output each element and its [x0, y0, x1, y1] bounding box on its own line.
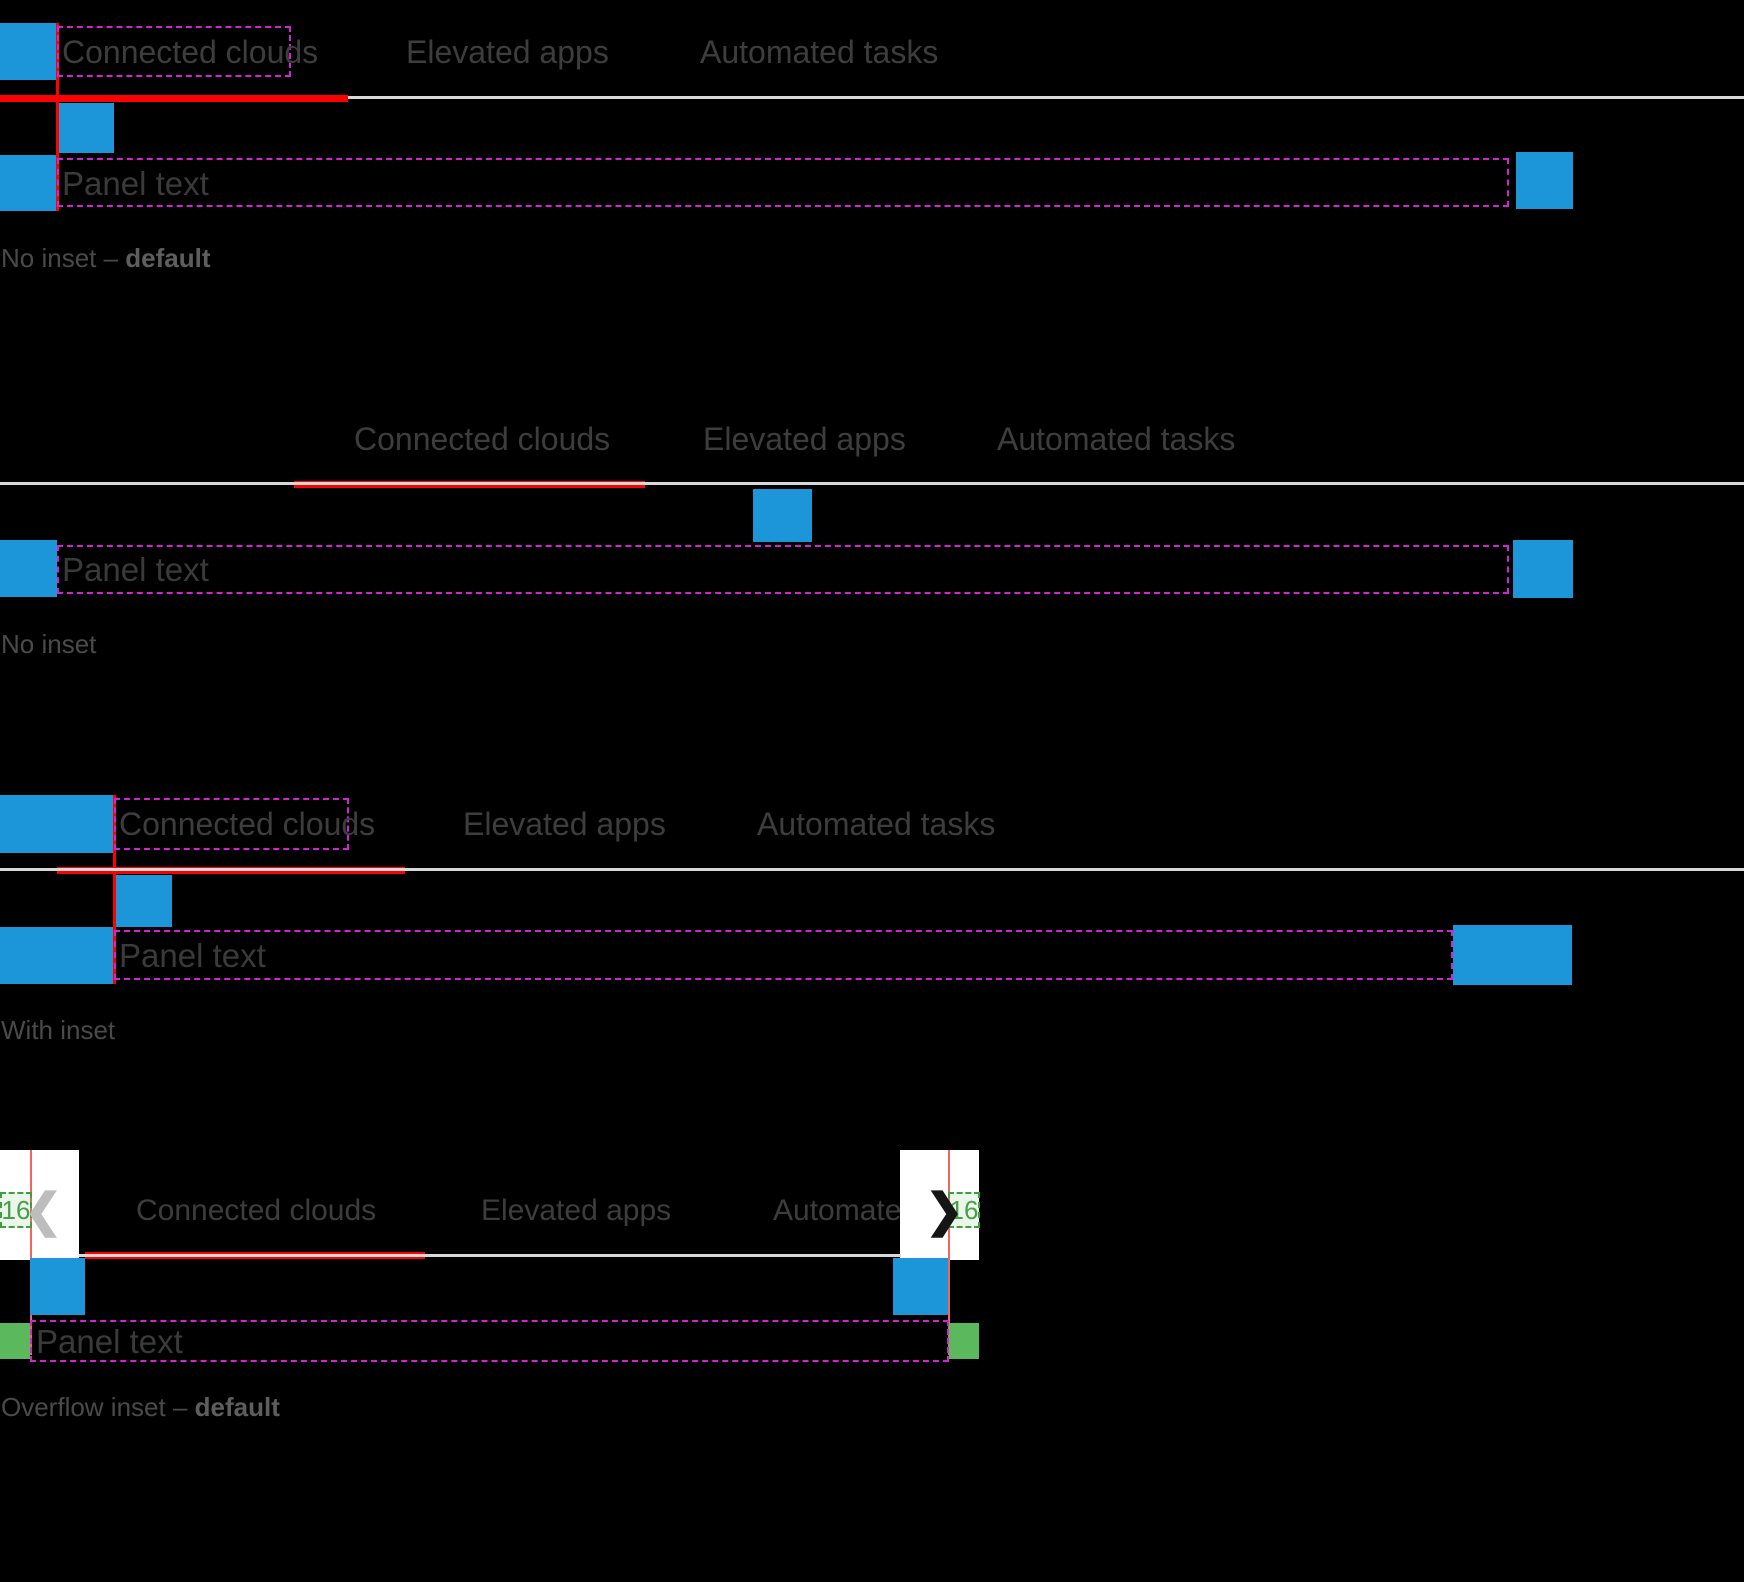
tab-connected-clouds[interactable]: Connected clouds [354, 423, 610, 455]
tab-automated-tasks[interactable]: Automated tasks [757, 808, 995, 840]
panel-bounds-box [114, 930, 1453, 980]
spacer-block [30, 1258, 85, 1315]
caption-prefix: Overflow inset – [1, 1392, 195, 1422]
tab-elevated-apps[interactable]: Elevated apps [703, 423, 906, 455]
caption-prefix: No inset – [1, 243, 126, 273]
tab-elevated-apps[interactable]: Elevated apps [463, 808, 666, 840]
panel-bounds-box [57, 545, 1509, 594]
tab-automated-tasks[interactable]: Automated tasks [997, 423, 1235, 455]
spacer-block [1513, 540, 1573, 598]
panel-text: Panel text [119, 937, 266, 974]
caption-strong: default [125, 243, 211, 273]
panel-bounds-box [57, 158, 1509, 207]
panel-text: Panel text [36, 1323, 183, 1360]
inset-cap-right [949, 1323, 979, 1359]
panel-text: Panel text [62, 551, 209, 588]
spacer-block [114, 875, 172, 927]
spacer-block [0, 540, 57, 597]
tab-elevated-apps[interactable]: Elevated apps [481, 1196, 671, 1226]
tab-connected-clouds[interactable]: Connected clouds [136, 1196, 376, 1226]
tab-connected-clouds[interactable]: Connected clouds [119, 808, 375, 840]
spacer-block [893, 1258, 948, 1315]
tabs-divider [0, 482, 1744, 485]
panel-text: Panel text [62, 165, 209, 202]
section-caption: No inset – default [1, 245, 211, 271]
tab-automated-tasks[interactable]: Automated tasks [700, 36, 938, 68]
spacer-block [1516, 152, 1573, 209]
inset-cap-left [0, 1323, 30, 1359]
section-caption: With inset [1, 1017, 115, 1043]
spacer-block [1453, 925, 1572, 985]
spacer-block [57, 103, 114, 153]
spacer-block [753, 489, 812, 542]
spacer-block [0, 23, 56, 80]
chevron-left-glyph: ❮ [24, 1184, 63, 1236]
spacer-block [0, 927, 113, 984]
caption-prefix: No inset [1, 629, 97, 659]
spacer-block [0, 795, 113, 853]
section-caption: No inset [1, 631, 96, 657]
debug-canvas: Connected clouds Elevated apps Automated… [0, 0, 1744, 1582]
tabs-divider [348, 96, 1744, 99]
tabs-divider [0, 868, 1744, 871]
spacer-block [0, 155, 56, 211]
tab-elevated-apps[interactable]: Elevated apps [406, 36, 609, 68]
chevron-right-glyph: ❯ [925, 1184, 964, 1236]
tab-connected-clouds[interactable]: Connected clouds [62, 36, 318, 68]
selected-tab-indicator [0, 95, 348, 102]
tabs-divider [79, 1254, 901, 1257]
caption-strong: default [194, 1392, 280, 1422]
tab-automated-tasks-truncated[interactable]: Automate [773, 1196, 901, 1226]
chevron-left-icon[interactable]: ❮ [24, 1187, 63, 1233]
chevron-right-icon[interactable]: ❯ [925, 1187, 964, 1233]
section-caption: Overflow inset – default [1, 1394, 280, 1420]
caption-prefix: With inset [1, 1015, 116, 1045]
